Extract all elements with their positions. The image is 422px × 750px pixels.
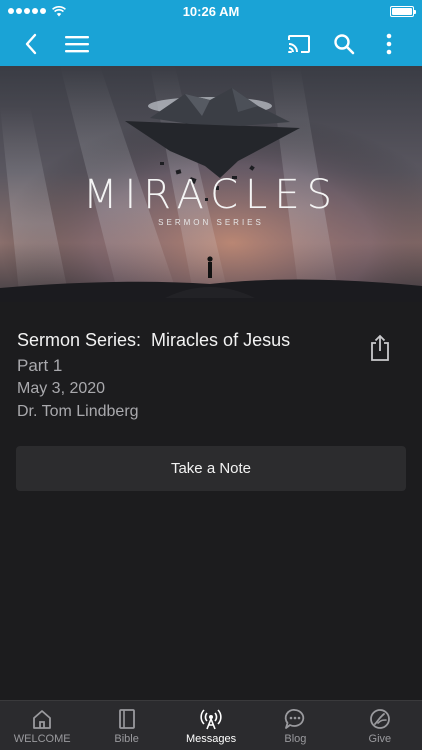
- tab-messages[interactable]: Messages: [169, 701, 253, 750]
- wifi-icon: [52, 5, 66, 16]
- search-icon: [334, 34, 355, 55]
- artwork-title: MIRACLES: [82, 172, 340, 218]
- share-button[interactable]: [366, 332, 394, 364]
- bottom-tab-bar: WELCOME Bible Messages Blog Give: [0, 700, 422, 750]
- hamburger-menu-icon: [65, 36, 89, 53]
- signal-group: [8, 5, 66, 17]
- chevron-left-icon: [25, 33, 37, 55]
- tab-label: Give: [368, 733, 392, 745]
- status-bar: 10:26 AM: [0, 0, 422, 22]
- sermon-series-artwork: MIRACLES SERMON SERIES: [0, 66, 422, 302]
- tab-give[interactable]: Give: [338, 701, 422, 750]
- battery-icon: [390, 5, 416, 17]
- menu-button[interactable]: [55, 22, 99, 66]
- give-icon: [369, 709, 390, 729]
- sermon-part: Part 1: [17, 356, 63, 375]
- artwork-subtitle: SERMON SERIES: [158, 218, 264, 227]
- sermon-details: Sermon Series: Miracles of Jesus Part 1 …: [0, 302, 422, 700]
- tab-label: Bible: [114, 733, 139, 745]
- cast-button[interactable]: [277, 22, 321, 66]
- chat-bubble-icon: [285, 709, 305, 729]
- app-bar: [0, 22, 422, 66]
- sermon-date: May 3, 2020: [17, 380, 106, 397]
- take-note-button[interactable]: Take a Note: [16, 446, 406, 491]
- broadcast-icon: [200, 709, 222, 730]
- back-button[interactable]: [9, 22, 53, 66]
- tab-label: Messages: [185, 733, 237, 745]
- signal-strength-icon: [8, 8, 46, 14]
- more-vertical-icon: [386, 33, 392, 55]
- tab-blog[interactable]: Blog: [253, 701, 337, 750]
- tab-label: Blog: [284, 733, 307, 745]
- cast-icon: [288, 35, 310, 53]
- sermon-title: Sermon Series: Miracles of Jesus: [17, 330, 291, 350]
- home-icon: [33, 710, 52, 729]
- tab-label: WELCOME: [13, 733, 71, 745]
- book-icon: [118, 709, 135, 729]
- tab-welcome[interactable]: WELCOME: [0, 701, 84, 750]
- search-button[interactable]: [322, 22, 366, 66]
- share-icon: [371, 334, 389, 361]
- tab-bible[interactable]: Bible: [84, 701, 168, 750]
- sermon-speaker: Dr. Tom Lindberg: [17, 403, 139, 420]
- more-options-button[interactable]: [367, 22, 411, 66]
